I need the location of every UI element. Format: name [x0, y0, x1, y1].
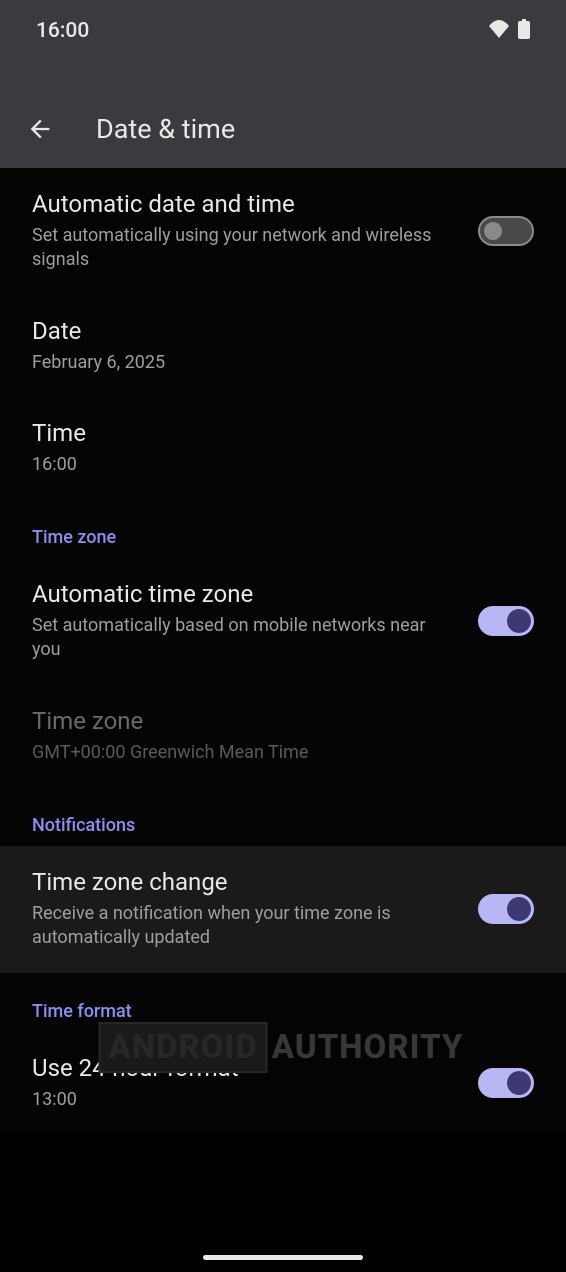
status-icons [488, 19, 530, 43]
setting-timezone-change[interactable]: Time zone change Receive a notification … [0, 846, 566, 973]
setting-subtitle: Receive a notification when your time zo… [32, 902, 458, 951]
toggle-auto-timezone[interactable] [478, 606, 534, 636]
battery-icon [518, 19, 530, 43]
setting-auto-date-time[interactable]: Automatic date and time Set automaticall… [0, 168, 566, 295]
navigation-bar[interactable] [203, 1255, 363, 1260]
setting-title: Time [32, 419, 534, 447]
app-bar: Date & time [0, 90, 566, 168]
setting-title: Automatic date and time [32, 190, 458, 218]
setting-date[interactable]: Date February 6, 2025 [0, 295, 566, 397]
setting-subtitle: Set automatically based on mobile networ… [32, 614, 458, 663]
setting-value: 16:00 [32, 453, 534, 477]
setting-value: 13:00 [32, 1088, 458, 1112]
setting-auto-timezone[interactable]: Automatic time zone Set automatically ba… [0, 558, 566, 685]
back-button[interactable] [20, 109, 60, 149]
setting-value: GMT+00:00 Greenwich Mean Time [32, 741, 534, 765]
setting-24hour-format[interactable]: Use 24-hour format 13:00 [0, 1032, 566, 1134]
setting-title: Use 24-hour format [32, 1054, 458, 1082]
setting-timezone: Time zone GMT+00:00 Greenwich Mean Time [0, 685, 566, 787]
setting-value: February 6, 2025 [32, 351, 534, 375]
setting-title: Time zone [32, 707, 534, 735]
back-arrow-icon [26, 115, 54, 143]
section-header-notifications: Notifications [0, 787, 566, 846]
status-bar: 16:00 [0, 0, 566, 90]
section-header-timezone: Time zone [0, 499, 566, 558]
toggle-timezone-change[interactable] [478, 894, 534, 924]
setting-time[interactable]: Time 16:00 [0, 397, 566, 499]
setting-title: Time zone change [32, 868, 458, 896]
toggle-auto-date-time[interactable] [478, 216, 534, 246]
section-header-timeformat: Time format [0, 973, 566, 1032]
page-title: Date & time [96, 113, 235, 145]
settings-content: Automatic date and time Set automaticall… [0, 168, 566, 1134]
toggle-24hour-format[interactable] [478, 1068, 534, 1098]
setting-title: Automatic time zone [32, 580, 458, 608]
setting-title: Date [32, 317, 534, 345]
setting-subtitle: Set automatically using your network and… [32, 224, 458, 273]
wifi-icon [488, 20, 510, 42]
status-time: 16:00 [36, 19, 89, 43]
